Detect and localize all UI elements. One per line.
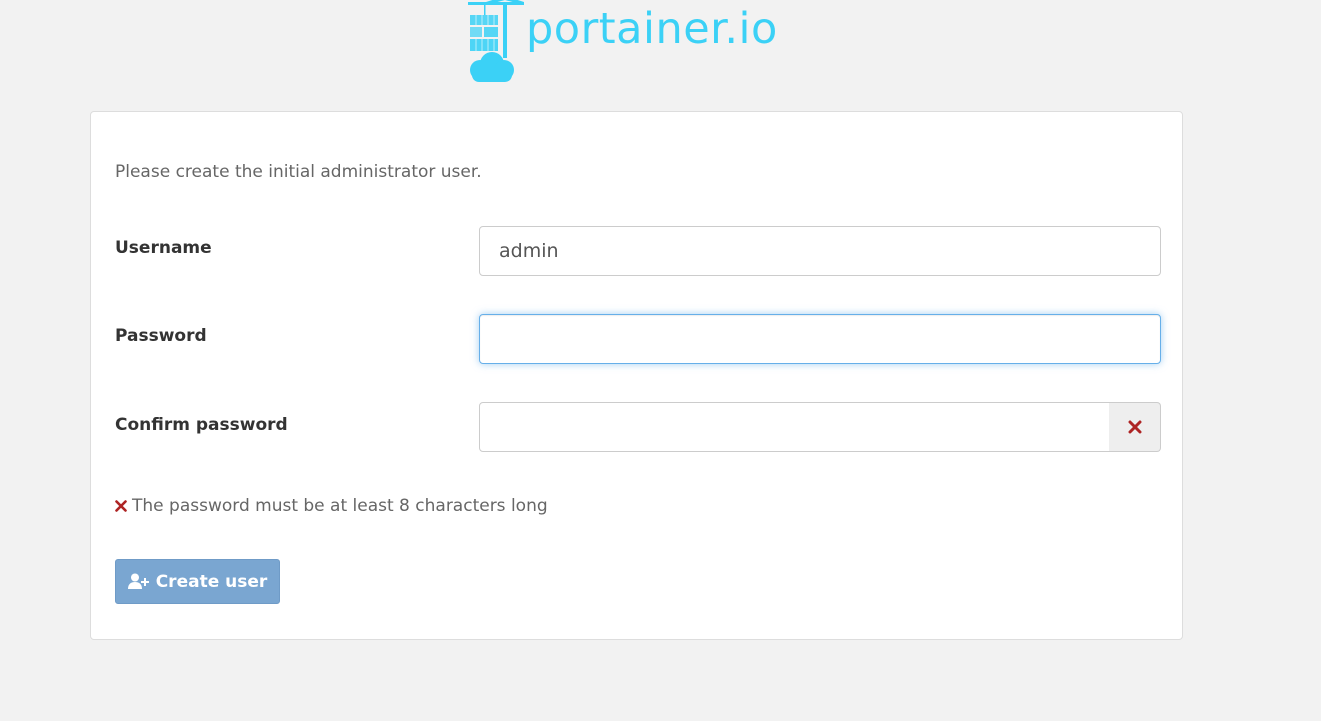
password-label: Password (115, 326, 207, 346)
create-user-label: Create user (155, 571, 268, 592)
portainer-logo: portainer.io (466, 0, 806, 90)
confirm-password-label: Confirm password (115, 415, 288, 435)
init-admin-panel: Please create the initial administrator … (90, 111, 1183, 640)
create-user-button[interactable]: Create user (115, 559, 280, 604)
portainer-crane-icon (468, 0, 524, 82)
user-plus-icon (127, 573, 150, 590)
password-validation-message: The password must be at least 8 characte… (115, 496, 548, 516)
logo-text: portainer.io (526, 4, 778, 54)
intro-text: Please create the initial administrator … (115, 162, 482, 182)
username-input[interactable] (479, 226, 1161, 276)
validation-text: The password must be at least 8 characte… (132, 496, 548, 516)
times-icon (1128, 420, 1141, 434)
username-label: Username (115, 238, 212, 258)
confirm-password-status (1109, 402, 1161, 452)
password-input[interactable] (479, 314, 1161, 364)
times-icon (115, 500, 127, 512)
confirm-password-input[interactable] (479, 402, 1110, 452)
